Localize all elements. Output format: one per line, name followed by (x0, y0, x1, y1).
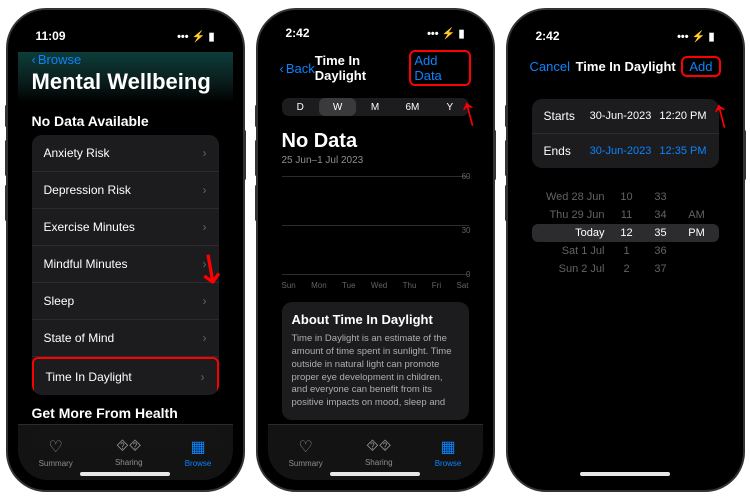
datetime-picker[interactable]: Wed 28 Jun1033 Thu 29 Jun1134AM Today123… (532, 188, 719, 278)
home-indicator[interactable] (330, 472, 420, 476)
tab-label: Sharing (365, 458, 393, 467)
home-indicator[interactable] (580, 472, 670, 476)
seg-6m[interactable]: 6M (394, 98, 431, 116)
ends-row[interactable]: Ends 30-Jun-2023 12:35 PM (532, 134, 719, 168)
add-data-label: Add Data (414, 53, 465, 83)
about-card: About Time In Daylight Time in Daylight … (282, 302, 469, 420)
chart-area: 60 30 0 (282, 176, 469, 275)
tab-sharing[interactable]: ⯑⯑ Sharing (115, 438, 143, 467)
tab-label: Browse (435, 459, 462, 468)
list-label: Anxiety Risk (44, 146, 110, 160)
status-icons: ••• ⚡ ▮ (177, 30, 214, 43)
tab-browse[interactable]: ▦ Browse (435, 437, 462, 468)
grid-icon: ▦ (190, 437, 205, 457)
ends-label: Ends (544, 144, 571, 158)
chevron-right-icon: › (203, 331, 207, 345)
starts-date[interactable]: 30-Jun-2023 (590, 110, 652, 122)
y-tick: 60 (462, 172, 471, 181)
seg-m[interactable]: M (356, 98, 393, 116)
section-header: Get More From Health (32, 405, 219, 421)
tab-sharing[interactable]: ⯑⯑ Sharing (365, 438, 393, 467)
people-icon: ⯑⯑ (366, 438, 391, 456)
phone-3: 2:42 ••• ⚡ ▮ Cancel Time In Daylight Add… (508, 10, 743, 490)
picker-selected[interactable]: Today1235PM (532, 224, 719, 242)
back-label: Back (286, 61, 315, 76)
grid-icon: ▦ (440, 437, 455, 457)
home-indicator[interactable] (80, 472, 170, 476)
status-icons: ••• ⚡ ▮ (677, 30, 714, 43)
starts-label: Starts (544, 109, 575, 123)
list-item[interactable]: Sleep › (32, 283, 219, 320)
list-label: Mindful Minutes (44, 257, 128, 271)
list-item[interactable]: Anxiety Risk › (32, 135, 219, 172)
cancel-button[interactable]: Cancel (530, 59, 570, 74)
y-tick: 30 (462, 226, 471, 235)
nodata-title: No Data (282, 130, 469, 153)
chevron-right-icon: › (203, 220, 207, 234)
list-item[interactable]: Exercise Minutes › (32, 209, 219, 246)
chevron-right-icon: › (203, 183, 207, 197)
back-button[interactable]: ‹Back (280, 61, 315, 76)
add-data-button[interactable]: Add Data (409, 50, 470, 86)
ends-time[interactable]: 12:35 PM (659, 145, 706, 157)
status-time: 2:42 (286, 26, 310, 40)
tab-label: Sharing (115, 458, 143, 467)
starts-time[interactable]: 12:20 PM (659, 110, 706, 122)
heart-icon: ♡ (49, 437, 63, 457)
phone-2: 2:42 ••• ⚡ ▮ ‹Back Time In Daylight Add … (258, 10, 493, 490)
section-header: No Data Available (32, 113, 219, 129)
chevron-left-icon: ‹ (280, 61, 284, 76)
back-label: Browse (38, 52, 81, 67)
about-title: About Time In Daylight (292, 312, 459, 327)
date-range: 25 Jun–1 Jul 2023 (282, 155, 469, 166)
tab-browse[interactable]: ▦ Browse (185, 437, 212, 468)
x-axis: SunMonTueWedThuFriSat (282, 281, 469, 290)
list-item[interactable]: Depression Risk › (32, 172, 219, 209)
people-icon: ⯑⯑ (116, 438, 141, 456)
tab-label: Summary (39, 459, 73, 468)
ends-date[interactable]: 30-Jun-2023 (590, 145, 652, 157)
status-time: 2:42 (536, 29, 560, 43)
list-label: State of Mind (44, 331, 115, 345)
chevron-right-icon: › (203, 294, 207, 308)
tab-summary[interactable]: ♡ Summary (289, 437, 323, 468)
time-range-segment: D W M 6M Y (282, 98, 469, 116)
seg-w[interactable]: W (319, 98, 356, 116)
phone-1: 11:09 ••• ⚡ ▮ ‹ Browse Mental Wellbeing … (8, 10, 243, 490)
list-label: Exercise Minutes (44, 220, 135, 234)
chevron-right-icon: › (201, 370, 205, 384)
time-form: Starts 30-Jun-2023 12:20 PM Ends 30-Jun-2… (532, 99, 719, 168)
status-icons: ••• ⚡ ▮ (427, 27, 464, 40)
nav-title: Time In Daylight (315, 53, 410, 83)
heart-icon: ♡ (299, 437, 313, 457)
chevron-right-icon: › (203, 146, 207, 160)
y-tick: 0 (466, 270, 470, 279)
list-label: Time In Daylight (46, 370, 132, 384)
starts-row[interactable]: Starts 30-Jun-2023 12:20 PM (532, 99, 719, 134)
back-button[interactable]: ‹ Browse (32, 52, 219, 67)
tab-label: Browse (185, 459, 212, 468)
list-label: Sleep (44, 294, 75, 308)
list-item[interactable]: State of Mind › (32, 320, 219, 357)
add-label: Add (689, 59, 712, 74)
add-button[interactable]: Add (681, 56, 720, 77)
seg-d[interactable]: D (282, 98, 319, 116)
chevron-left-icon: ‹ (32, 52, 36, 67)
status-time: 11:09 (36, 29, 66, 43)
page-title: Mental Wellbeing (32, 69, 219, 95)
list-label: Depression Risk (44, 183, 131, 197)
tab-summary[interactable]: ♡ Summary (39, 437, 73, 468)
about-body: Time in Daylight is an estimate of the a… (292, 333, 459, 410)
nav-title: Time In Daylight (576, 59, 676, 74)
cancel-label: Cancel (530, 59, 570, 74)
list-item-time-in-daylight[interactable]: Time In Daylight › (32, 357, 219, 395)
tab-label: Summary (289, 459, 323, 468)
data-types-list: Anxiety Risk › Depression Risk › Exercise … (32, 135, 219, 395)
